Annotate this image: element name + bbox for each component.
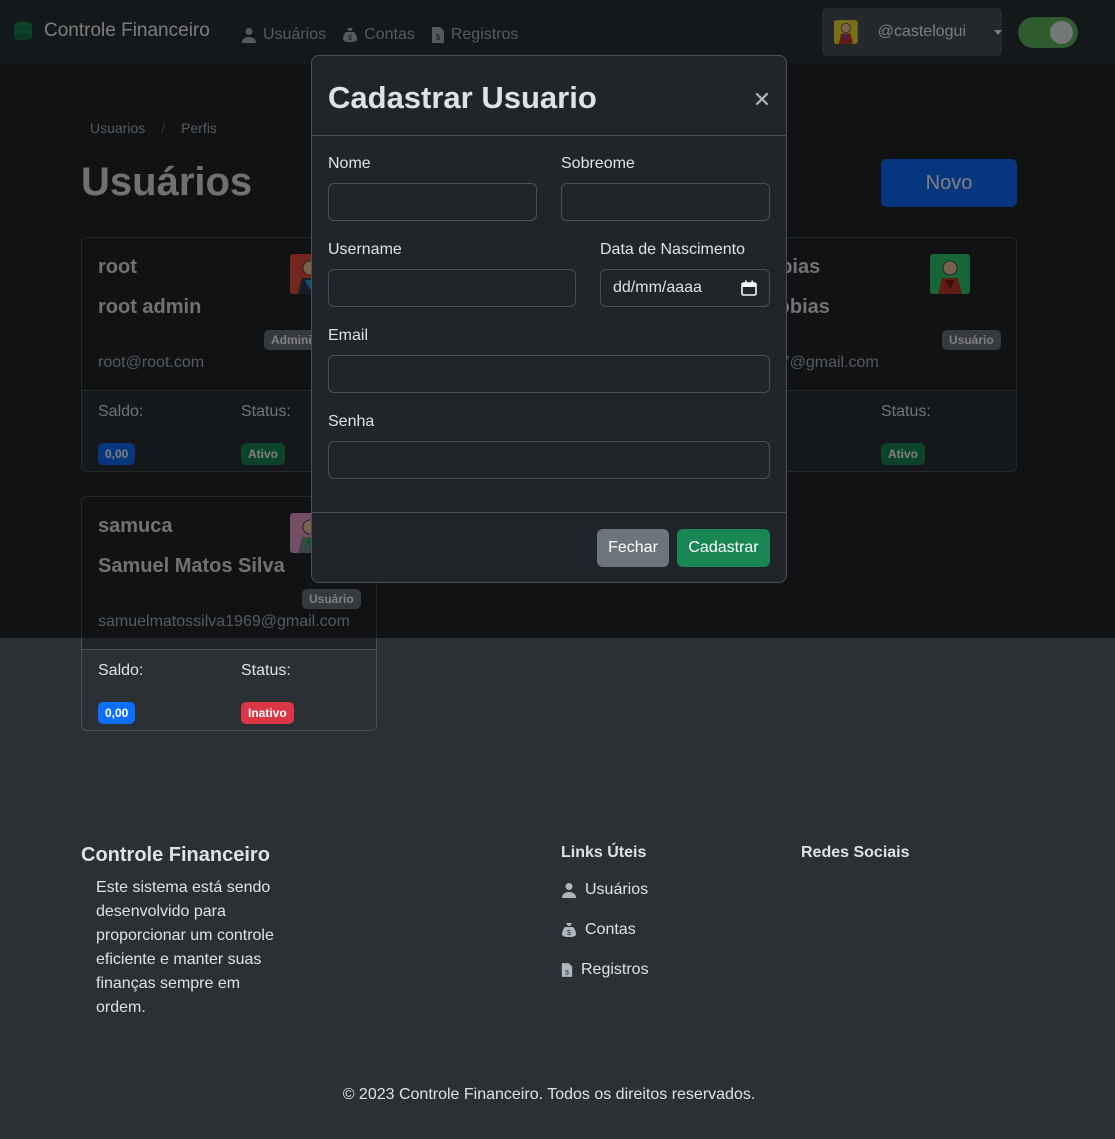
file-dollar-icon: $ [561, 963, 573, 977]
footer-link-label: Registros [581, 961, 649, 978]
submit-button[interactable]: Cadastrar [677, 529, 770, 567]
footer-link-label: Contas [585, 921, 636, 938]
card-footer: Saldo: Status: 0,00 Inativo [82, 649, 376, 730]
footer-description: Este sistema está sendo desenvolvido par… [96, 879, 274, 1016]
svg-text:$: $ [567, 930, 571, 937]
close-icon[interactable]: ✕ [750, 88, 774, 112]
money-bag-icon: $ [562, 923, 576, 937]
footer-link-usuarios[interactable]: Usuários [561, 881, 648, 899]
birthdate-placeholder: dd/mm/aaaa [613, 279, 702, 296]
balance-badge: 0,00 [98, 702, 136, 724]
email-input[interactable] [328, 355, 770, 393]
footer-links-title: Links Úteis [561, 844, 647, 861]
modal-header: Cadastrar Usuario ✕ [312, 56, 786, 136]
nome-label: Nome [328, 155, 371, 172]
footer-title: Controle Financeiro [81, 844, 270, 866]
footer-link-registros[interactable]: $ Registros [561, 961, 649, 979]
senha-label: Senha [328, 413, 375, 430]
birthdate-input[interactable]: dd/mm/aaaa [600, 269, 770, 307]
status-label: Status: [241, 662, 291, 679]
saldo-label: Saldo: [98, 662, 144, 679]
footer-link-label: Usuários [585, 881, 649, 898]
email-label: Email [328, 327, 369, 344]
birthdate-label: Data de Nascimento [600, 241, 745, 258]
modal-footer: Fechar Cadastrar [312, 512, 786, 583]
copyright-text: © 2023 Controle Financeiro. Todos os dir… [342, 1086, 756, 1103]
register-user-modal: Cadastrar Usuario ✕ Nome Sobreome Userna… [311, 55, 787, 583]
footer-link-contas[interactable]: $ Contas [561, 921, 636, 939]
svg-text:$: $ [565, 969, 569, 976]
sobrenome-input[interactable] [561, 183, 770, 221]
username-input[interactable] [328, 269, 576, 307]
footer-social-title: Redes Sociais [801, 844, 910, 861]
status-badge: Inativo [241, 702, 294, 724]
close-button[interactable]: Fechar [597, 529, 669, 567]
nome-input[interactable] [328, 183, 537, 221]
modal-title: Cadastrar Usuario [328, 80, 597, 115]
password-input[interactable] [328, 441, 770, 479]
user-icon [562, 883, 576, 898]
sobrenome-label: Sobreome [561, 155, 635, 172]
calendar-icon[interactable] [741, 280, 757, 296]
username-label: Username [328, 241, 402, 258]
